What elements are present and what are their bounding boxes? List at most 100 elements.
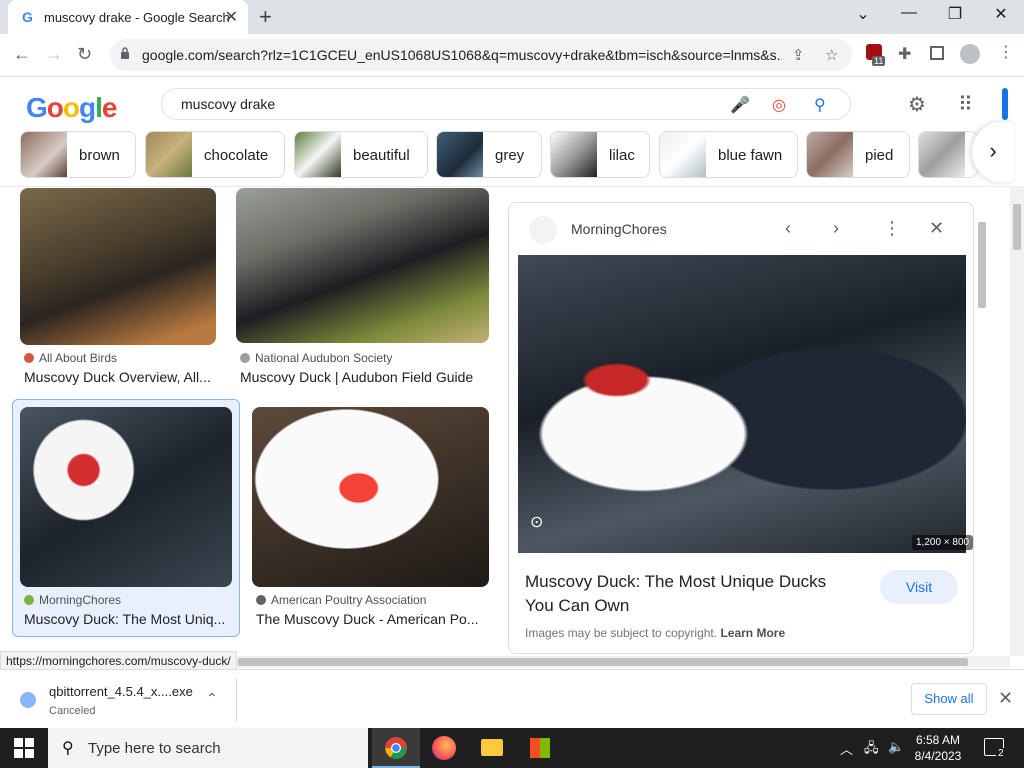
- download-options-chevron-icon[interactable]: ⌃: [206, 690, 218, 707]
- browser-toolbar: ← → ↻ google.com/search?rlz=1C1GCEU_enUS…: [0, 34, 1024, 77]
- lens-search-icon[interactable]: ⊙: [530, 512, 543, 532]
- scrollbar-thumb[interactable]: [978, 222, 986, 308]
- tray-overflow-chevron-icon[interactable]: ︿: [840, 739, 853, 758]
- chip-brown[interactable]: brown: [20, 131, 136, 178]
- result-title[interactable]: Muscovy Duck: The Most Uniq...: [24, 611, 228, 627]
- forward-button[interactable]: →: [45, 44, 63, 65]
- result-image-poultry-association[interactable]: [252, 407, 489, 587]
- image-dimensions: 1,200 × 800: [912, 535, 974, 550]
- more-options-icon[interactable]: ⋮: [883, 218, 901, 239]
- settings-gear-icon[interactable]: ⚙: [908, 92, 926, 117]
- chip-thumbnail: [21, 132, 67, 177]
- download-bar: qbittorrent_4.5.4_x....exe Canceled ⌃: [0, 669, 1024, 728]
- source-favicon-icon: [240, 353, 250, 363]
- close-window-button[interactable]: ✕: [978, 4, 1024, 24]
- page-vertical-scrollbar[interactable]: [1010, 186, 1024, 656]
- result-source[interactable]: American Poultry Association: [256, 593, 426, 607]
- minimize-button[interactable]: —: [886, 4, 932, 22]
- store-taskbar-app[interactable]: [516, 728, 564, 768]
- chip-pied[interactable]: pied: [806, 131, 910, 178]
- show-all-button[interactable]: Show all: [911, 683, 987, 715]
- new-tab-button[interactable]: +: [259, 4, 272, 30]
- firefox-icon: [432, 736, 456, 760]
- chip-label: pied: [865, 147, 894, 164]
- restore-button[interactable]: ❐: [932, 4, 978, 24]
- notification-count: 2: [996, 748, 1006, 759]
- search-input[interactable]: muscovy drake: [181, 96, 275, 112]
- chip-beautiful[interactable]: beautiful: [294, 131, 428, 178]
- close-tab-icon[interactable]: ✕: [225, 7, 238, 27]
- copyright-notice: Images may be subject to copyright. Lear…: [525, 626, 786, 640]
- chip-chocolate[interactable]: chocolate: [145, 131, 285, 178]
- volume-icon[interactable]: 🔈: [888, 739, 904, 755]
- result-image-morningchores[interactable]: [20, 407, 232, 587]
- result-title[interactable]: Muscovy Duck Overview, All...: [24, 369, 220, 385]
- chip-label: chocolate: [204, 147, 269, 164]
- lock-icon: [121, 47, 129, 59]
- chip-partial[interactable]: [918, 131, 978, 178]
- network-icon[interactable]: 🖧: [864, 739, 879, 761]
- result-image-all-about-birds[interactable]: [20, 188, 216, 345]
- chip-lilac[interactable]: lilac: [550, 131, 650, 178]
- chip-thumbnail: [551, 132, 597, 177]
- side-panel-icon[interactable]: [930, 46, 944, 60]
- profile-avatar[interactable]: [960, 44, 980, 64]
- visit-button[interactable]: Visit: [880, 570, 958, 604]
- file-explorer-taskbar-app[interactable]: [468, 728, 516, 768]
- store-icon: [530, 738, 550, 758]
- download-filename[interactable]: qbittorrent_4.5.4_x....exe: [49, 684, 193, 699]
- preview-source[interactable]: MorningChores: [571, 221, 667, 237]
- scrollbar-thumb[interactable]: [1013, 204, 1021, 250]
- scrollbar-thumb[interactable]: [238, 658, 968, 666]
- tab-title: muscovy drake - Google Search: [44, 10, 230, 25]
- result-image-audubon[interactable]: [236, 188, 489, 343]
- search-icon: ⚲: [62, 740, 74, 757]
- chrome-taskbar-app[interactable]: [372, 728, 420, 768]
- learn-more-link[interactable]: Learn More: [720, 626, 785, 640]
- chip-blue-fawn[interactable]: blue fawn: [659, 131, 798, 178]
- microphone-icon[interactable]: 🎤: [730, 95, 750, 115]
- browser-tab[interactable]: G muscovy drake - Google Search ✕: [8, 0, 248, 34]
- chip-label: blue fawn: [718, 147, 783, 164]
- download-separator: [236, 678, 237, 722]
- source-globe-icon: [256, 595, 266, 605]
- taskbar-search[interactable]: ⚲ Type here to search: [48, 728, 368, 768]
- tab-search-icon[interactable]: ⌄: [840, 4, 886, 24]
- preview-scrollbar[interactable]: [976, 204, 988, 652]
- menu-kebab-icon[interactable]: ⋮: [998, 42, 1014, 62]
- clock[interactable]: 6:58 AM 8/4/2023: [910, 732, 966, 764]
- lens-camera-icon[interactable]: ◎: [772, 95, 786, 115]
- chips-next-chevron-icon[interactable]: ›: [972, 122, 1014, 182]
- extensions-puzzle-icon[interactable]: ✚: [898, 44, 911, 64]
- bookmark-star-icon[interactable]: ☆: [825, 46, 838, 64]
- firefox-taskbar-app[interactable]: [420, 728, 468, 768]
- preview-title[interactable]: Muscovy Duck: The Most Unique Ducks You …: [525, 570, 855, 618]
- result-title[interactable]: The Muscovy Duck - American Po...: [256, 611, 488, 627]
- chip-label: lilac: [609, 147, 635, 164]
- next-chevron-icon[interactable]: ›: [833, 218, 839, 239]
- close-preview-icon[interactable]: ✕: [929, 218, 944, 239]
- windows-taskbar: ⚲ Type here to search ︿ 🖧 🔈 6:58 AM 8/4/…: [0, 728, 1024, 768]
- account-edge-indicator: [1002, 88, 1008, 120]
- source-logo: [529, 216, 557, 244]
- download-file-icon: [20, 692, 36, 708]
- result-source[interactable]: National Audubon Society: [240, 351, 392, 365]
- result-title[interactable]: Muscovy Duck | Audubon Field Guide: [240, 369, 490, 385]
- result-source[interactable]: MorningChores: [24, 593, 121, 607]
- close-download-bar-icon[interactable]: ✕: [998, 688, 1013, 709]
- share-icon[interactable]: ⇪: [792, 46, 805, 64]
- google-logo[interactable]: Google: [26, 92, 117, 124]
- clock-time: 6:58 AM: [915, 733, 961, 747]
- address-bar[interactable]: google.com/search?rlz=1C1GCEU_enUS1068US…: [110, 39, 852, 71]
- search-box[interactable]: muscovy drake 🎤 ◎ ⚲: [161, 88, 851, 120]
- search-icon[interactable]: ⚲: [814, 95, 826, 115]
- result-source[interactable]: All About Birds: [24, 351, 117, 365]
- apps-grid-icon[interactable]: ⠿: [958, 92, 973, 117]
- back-button[interactable]: ←: [13, 44, 31, 65]
- preview-image[interactable]: [518, 255, 966, 553]
- windows-start-icon[interactable]: [14, 738, 34, 758]
- chip-grey[interactable]: grey: [436, 131, 542, 178]
- previous-chevron-icon[interactable]: ‹: [785, 218, 791, 239]
- reload-button[interactable]: ↻: [77, 44, 92, 65]
- url-text: google.com/search?rlz=1C1GCEU_enUS1068US…: [142, 47, 782, 63]
